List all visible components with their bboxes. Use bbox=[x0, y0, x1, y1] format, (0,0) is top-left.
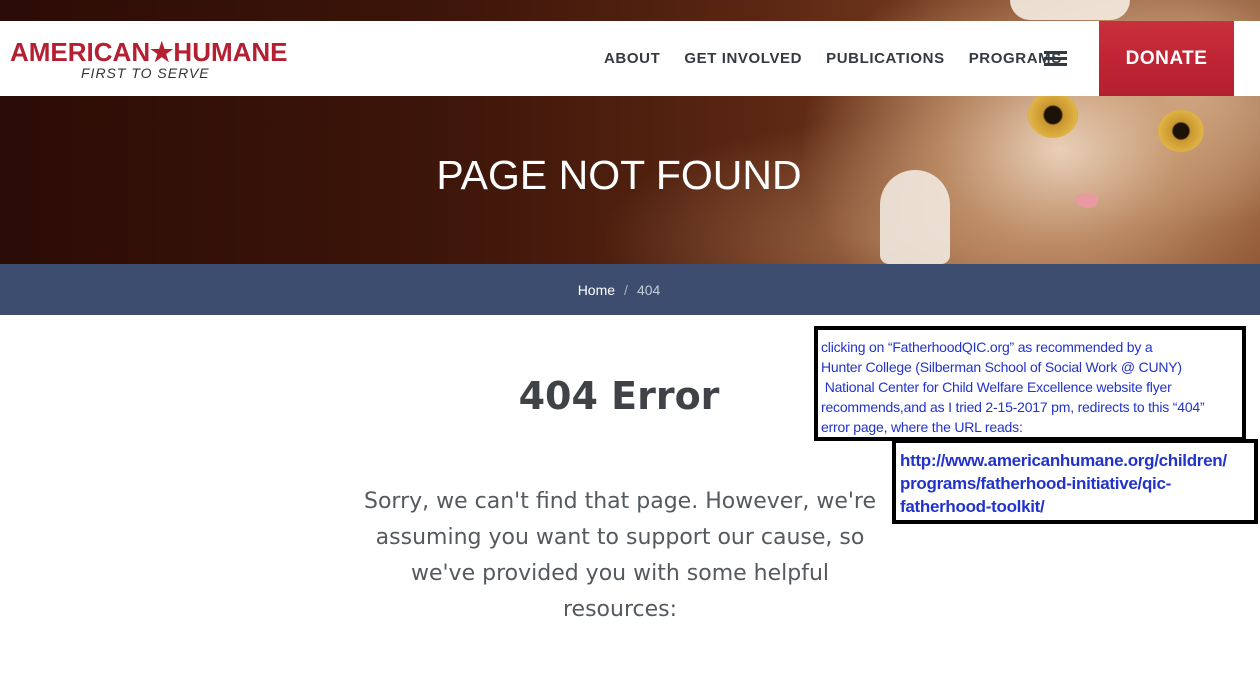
nav-item-publications[interactable]: PUBLICATIONS bbox=[826, 50, 945, 67]
main-nav: ABOUT GET INVOLVED PUBLICATIONS PROGRAMS bbox=[604, 50, 1086, 67]
nav-item-about[interactable]: ABOUT bbox=[604, 50, 660, 67]
donate-button[interactable]: DONATE bbox=[1099, 21, 1234, 96]
hero-cat-paw bbox=[1010, 0, 1130, 20]
nav-item-get-involved[interactable]: GET INVOLVED bbox=[684, 50, 802, 67]
annotation-url-text: http://www.americanhumane.org/children/ … bbox=[900, 451, 1227, 516]
logo-wordmark: AMERICAN★HUMANE bbox=[10, 37, 288, 67]
breadcrumb-current: 404 bbox=[636, 281, 661, 298]
logo-tagline: FIRST TO SERVE bbox=[81, 65, 210, 81]
annotation-url-box: http://www.americanhumane.org/children/ … bbox=[892, 439, 1258, 524]
annotation-note-box: clicking on “FatherhoodQIC.org” as recom… bbox=[814, 326, 1246, 441]
hero-cat-eye-right bbox=[1158, 110, 1204, 152]
breadcrumb-separator: / bbox=[624, 281, 628, 298]
page-title: PAGE NOT FOUND bbox=[436, 152, 802, 198]
error-message: Sorry, we can't find that page. However,… bbox=[364, 489, 876, 622]
hamburger-menu-icon[interactable] bbox=[1044, 51, 1067, 67]
site-logo[interactable]: AMERICAN★HUMANE FIRST TO SERVE bbox=[10, 39, 288, 81]
annotation-note-text: clicking on “FatherhoodQIC.org” as recom… bbox=[821, 339, 1205, 435]
breadcrumb-home-link[interactable]: Home bbox=[578, 282, 615, 298]
breadcrumb: Home / 404 bbox=[0, 264, 1260, 315]
hero-cat-eye-left bbox=[1028, 92, 1078, 138]
site-header: AMERICAN★HUMANE FIRST TO SERVE ABOUT GET… bbox=[0, 21, 1260, 96]
